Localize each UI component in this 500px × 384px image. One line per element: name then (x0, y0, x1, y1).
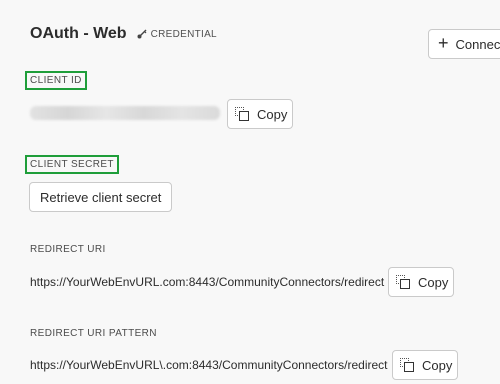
retrieve-button-label: Retrieve client secret (40, 189, 162, 205)
client-id-copy-button[interactable]: Copy (227, 99, 293, 129)
copy-button-label: Copy (418, 274, 449, 290)
redirect-uri-pattern-label: REDIRECT URI PATTERN (30, 328, 157, 339)
redirect-uri-pattern-copy-button[interactable]: Copy (392, 350, 458, 380)
redirect-uri-copy-button[interactable]: Copy (388, 267, 454, 297)
client-secret-label-text: CLIENT SECRET (30, 159, 114, 170)
copy-icon (396, 275, 410, 289)
copy-icon (235, 107, 249, 121)
retrieve-client-secret-button[interactable]: Retrieve client secret (29, 182, 173, 212)
copy-button-label: Copy (422, 357, 453, 373)
page-title: OAuth - Web (30, 25, 127, 42)
plus-icon: + (438, 33, 449, 53)
redirect-uri-pattern-value: https://YourWebEnvURL\.com:8443/Communit… (30, 358, 388, 372)
client-secret-label: CLIENT SECRET (25, 155, 119, 174)
client-id-label-text: CLIENT ID (30, 75, 82, 86)
connect-button[interactable]: + Connect (428, 29, 500, 59)
credential-header: OAuth - Web CREDENTIAL (30, 25, 217, 43)
copy-icon (400, 358, 414, 372)
copy-button-label: Copy (257, 106, 288, 122)
redirect-uri-value: https://YourWebEnvURL.com:8443/Community… (30, 275, 385, 289)
client-id-value-redacted (30, 106, 220, 120)
credential-tag-label: CREDENTIAL (150, 28, 217, 40)
connect-button-label: Connect (455, 36, 500, 52)
key-icon (137, 29, 147, 39)
client-id-label: CLIENT ID (25, 71, 87, 90)
credential-tag: CREDENTIAL (137, 29, 217, 40)
redirect-uri-label: REDIRECT URI (30, 244, 106, 255)
